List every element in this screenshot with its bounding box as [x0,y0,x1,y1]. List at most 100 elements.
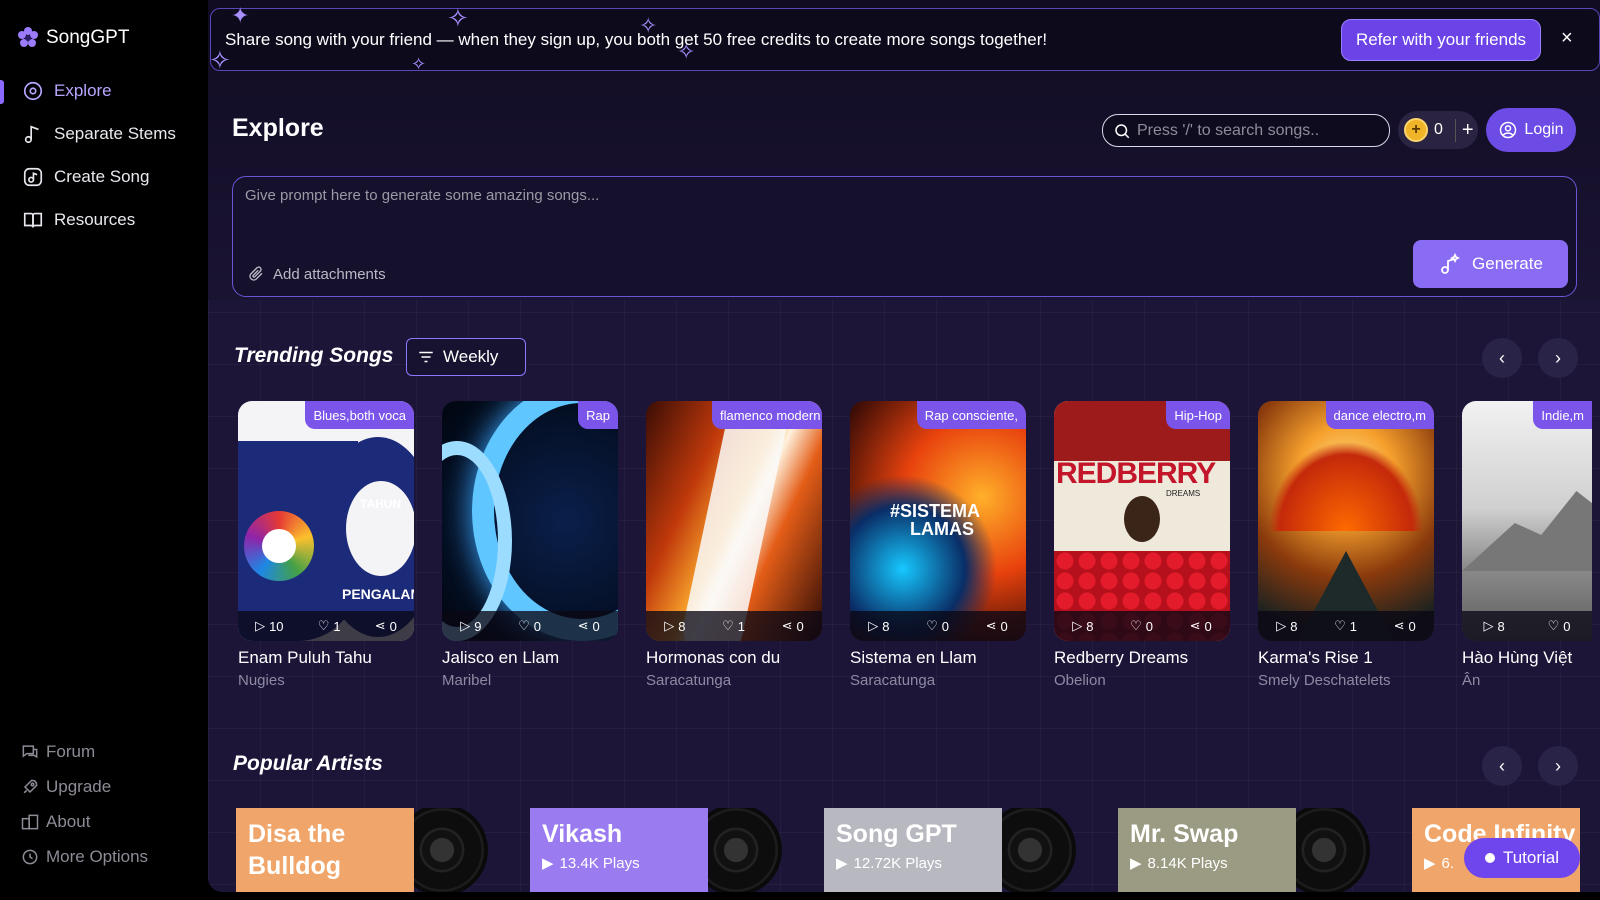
shares-stat[interactable]: ⋖ 0 [986,618,1008,634]
plays-stat: ▷ 10 [255,618,283,634]
add-credits-icon[interactable]: + [1454,118,1474,142]
heart-icon: ♡ [1334,618,1346,633]
chevron-right-icon: › [1555,347,1561,368]
share-icon: ⋖ [374,618,386,633]
prompt-input[interactable] [245,187,1345,227]
song-artist[interactable]: Saracatunga [646,672,822,689]
song-title[interactable]: Enam Puluh Tahu [238,648,414,668]
genre-tag: dance electro,m [1325,401,1434,429]
shares-stat[interactable]: ⋖ 0 [1394,618,1416,634]
credits-widget[interactable]: + 0 + [1398,111,1478,149]
likes-stat[interactable]: ♡ 1 [318,618,341,634]
cover-text: LAMAS [910,519,974,539]
song-cover[interactable]: REDBERRY DREAMS Hip-Hop ▷ 8 ♡ 0 ⋖ 0 [1054,401,1230,641]
plays-label: 12.72K Plays [853,854,942,872]
song-card[interactable]: TAHUNPENGALAMBlues,both voca▷10♡1⋖0Enam … [238,401,414,689]
genre-tag: Blues,both voca [305,401,414,429]
song-card[interactable]: #SISTEMA LAMAS Rap consciente, ▷ 8 ♡ 0 ⋖ 0 Sistem… [850,401,1026,689]
song-cover[interactable]: TAHUNPENGALAMBlues,both voca▷10♡1⋖0 [238,401,414,641]
likes-stat[interactable]: ♡ 1 [1334,618,1357,634]
likes-stat[interactable]: ♡ 0 [518,618,541,634]
brand[interactable]: SongGPT [16,26,129,50]
artist-card[interactable]: Vikash ▶ 13.4K Plays [530,808,790,892]
song-title[interactable]: Sistema en Llam [850,648,1026,668]
sidebar-footer-about[interactable]: About [20,812,90,832]
likes-count: 1 [333,618,341,634]
song-stats: ▷ 8 ♡ 0 [1462,611,1592,641]
weekly-filter[interactable]: Weekly [406,338,526,376]
artist-card[interactable]: Song GPT ▶ 12.72K Plays [824,808,1084,892]
shares-count: 0 [389,618,397,634]
refer-friends-button[interactable]: Refer with your friends [1341,19,1541,61]
plays-label: 8.14K Plays [1147,854,1228,872]
song-title[interactable]: Hào Hùng Việt [1462,648,1592,668]
song-title[interactable]: Karma's Rise 1 [1258,648,1434,668]
song-cover[interactable]: Indie,m ▷ 8 ♡ 0 [1462,401,1592,641]
sidebar-item-separate-stems[interactable]: Separate Stems [22,123,176,145]
song-card[interactable]: dance electro,m ▷ 8 ♡ 1 ⋖ 0 Karma's Rise 1 Smely… [1258,401,1434,689]
song-stats: ▷ 8 ♡ 0 ⋖ 0 [850,611,1026,641]
login-button[interactable]: Login [1486,108,1576,152]
plays-stat: ▷ 8 [1483,618,1504,634]
generate-button[interactable]: Generate [1413,240,1568,288]
plays-stat: ▷ 8 [1276,618,1297,634]
song-artist[interactable]: Saracatunga [850,672,1026,689]
song-card[interactable]: Indie,m ▷ 8 ♡ 0 Hào Hùng Việt Ân [1462,401,1592,689]
song-artist[interactable]: Maribel [442,672,618,689]
plays-count: 8 [1086,618,1094,634]
user-icon [1500,121,1517,139]
trending-prev-button[interactable]: ‹ [1482,338,1522,378]
search-bar[interactable] [1102,114,1390,147]
song-cover[interactable]: dance electro,m ▷ 8 ♡ 1 ⋖ 0 [1258,401,1434,641]
close-icon[interactable]: × [1561,27,1573,50]
song-title[interactable]: Redberry Dreams [1054,648,1230,668]
sidebar-item-explore[interactable]: Explore [22,80,112,102]
song-title[interactable]: Hormonas con du [646,648,822,668]
play-icon: ▶ [542,855,554,872]
trending-next-button[interactable]: › [1538,338,1578,378]
song-artist[interactable]: Obelion [1054,672,1230,689]
likes-stat[interactable]: ♡ 0 [926,618,949,634]
song-artist[interactable]: Nugies [238,672,414,689]
likes-stat[interactable]: ♡ 0 [1548,618,1571,634]
artist-card[interactable]: Mr. Swap ▶ 8.14K Plays [1118,808,1378,892]
generate-label: Generate [1472,254,1543,273]
sidebar-footer-more-options[interactable]: More Options [20,847,148,867]
artists-prev-button[interactable]: ‹ [1482,746,1522,786]
artist-name: Mr. Swap [1130,820,1239,848]
shares-stat[interactable]: ⋖ 0 [578,618,600,634]
song-cover[interactable]: Rap ▷ 9 ♡ 0 ⋖ 0 [442,401,618,641]
sidebar-footer-forum[interactable]: Forum [20,742,95,762]
song-cover[interactable]: #SISTEMA LAMAS Rap consciente, ▷ 8 ♡ 0 ⋖ 0 [850,401,1026,641]
paperclip-icon [249,266,263,281]
song-card[interactable]: Rap ▷ 9 ♡ 0 ⋖ 0 Jalisco en Llam Maribel [442,401,618,689]
song-card[interactable]: flamenco modern ▷ 8 ♡ 1 ⋖ 0 Hormonas con du Sara… [646,401,822,689]
cover-text: PENGALAM [342,586,414,602]
shares-stat[interactable]: ⋖ 0 [375,618,397,634]
song-cover[interactable]: flamenco modern ▷ 8 ♡ 1 ⋖ 0 [646,401,822,641]
sidebar-item-create-song[interactable]: Create Song [22,166,149,188]
play-icon: ▶ [1130,855,1142,872]
cover-text: DREAMS [1166,489,1201,498]
shares-stat[interactable]: ⋖ 0 [782,618,804,634]
song-title[interactable]: Jalisco en Llam [442,648,618,668]
tutorial-button[interactable]: Tutorial [1464,838,1580,878]
artist-card[interactable]: Disa the Bulldog [236,808,496,892]
play-icon: ▷ [868,618,879,633]
plays-count: 8 [678,618,686,634]
footer-label: About [46,812,91,831]
likes-stat[interactable]: ♡ 1 [722,618,745,634]
attach-label: Add attachments [273,265,386,283]
artist-panel: Song GPT ▶ 12.72K Plays [824,808,1002,892]
sidebar-footer-upgrade[interactable]: Upgrade [20,777,111,797]
sidebar-item-resources[interactable]: Resources [22,209,135,231]
likes-stat[interactable]: ♡ 0 [1130,618,1153,634]
song-artist[interactable]: Smely Deschatelets [1258,672,1434,689]
song-card[interactable]: REDBERRY DREAMS Hip-Hop ▷ 8 ♡ 0 ⋖ 0 Redberry Drea… [1054,401,1230,689]
shares-stat[interactable]: ⋖ 0 [1190,618,1212,634]
artists-next-button[interactable]: › [1538,746,1578,786]
song-artist[interactable]: Ân [1462,672,1592,689]
add-attachments-button[interactable]: Add attachments [247,265,386,283]
search-input[interactable] [1137,121,1377,140]
artist-panel: Disa the Bulldog [236,808,414,892]
